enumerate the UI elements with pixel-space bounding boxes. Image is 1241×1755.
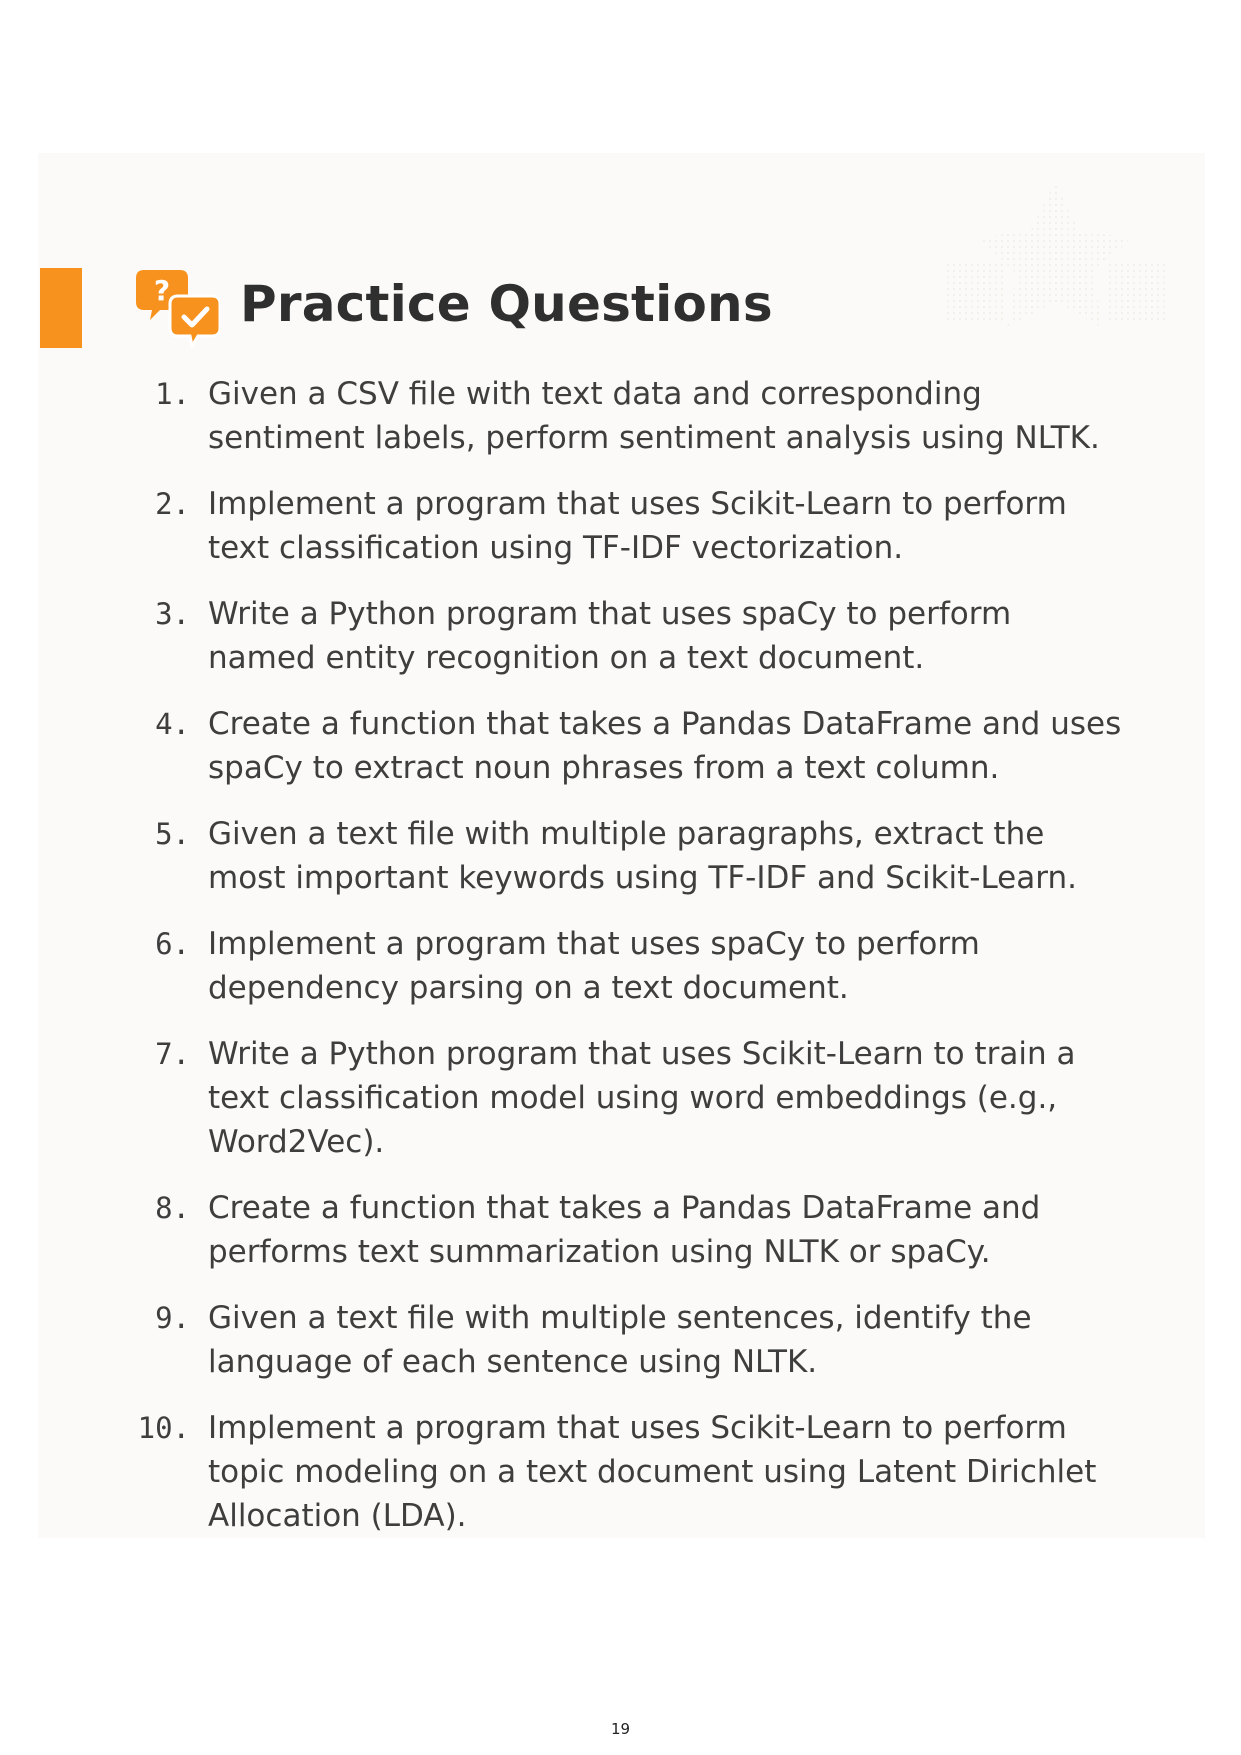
question-text: Given a text file with multiple paragrap…	[208, 816, 1077, 896]
question-item: 5. Given a text file with multiple parag…	[118, 812, 1138, 900]
question-text: Implement a program that uses spaCy to p…	[208, 926, 980, 1006]
question-text: Implement a program that uses Scikit-Lea…	[208, 486, 1067, 566]
question-item: 3. Write a Python program that uses spaC…	[118, 592, 1138, 680]
question-number: 4.	[155, 707, 190, 741]
question-text: Write a Python program that uses spaCy t…	[208, 596, 1012, 676]
section-accent-bar	[40, 268, 82, 348]
question-item: 8. Create a function that takes a Pandas…	[118, 1186, 1138, 1274]
question-number: 1.	[155, 377, 190, 411]
question-number: 8.	[155, 1191, 190, 1225]
question-item: 6. Implement a program that uses spaCy t…	[118, 922, 1138, 1010]
question-text: Given a CSV file with text data and corr…	[208, 376, 1100, 456]
question-number: 10.	[137, 1411, 190, 1445]
question-text: Implement a program that uses Scikit-Lea…	[208, 1410, 1097, 1534]
question-item: 9. Given a text file with multiple sente…	[118, 1296, 1138, 1384]
question-text: Create a function that takes a Pandas Da…	[208, 706, 1122, 786]
question-item: 7. Write a Python program that uses Scik…	[118, 1032, 1138, 1164]
question-item: 4. Create a function that takes a Pandas…	[118, 702, 1138, 790]
question-number: 6.	[155, 927, 190, 961]
page-title: Practice Questions	[240, 275, 773, 333]
question-number: 9.	[155, 1301, 190, 1335]
svg-text:?: ?	[154, 274, 170, 307]
question-number: 3.	[155, 597, 190, 631]
question-number: 7.	[155, 1037, 190, 1071]
question-answer-bubbles-icon: ?	[136, 270, 220, 348]
question-text: Write a Python program that uses Scikit-…	[208, 1036, 1076, 1160]
question-text: Create a function that takes a Pandas Da…	[208, 1190, 1041, 1270]
decorative-dotted-pattern	[945, 182, 1165, 328]
question-number: 5.	[155, 817, 190, 851]
question-number: 2.	[155, 487, 190, 521]
page-number: 19	[610, 1720, 631, 1738]
question-text: Given a text file with multiple sentence…	[208, 1300, 1032, 1380]
question-item: 10. Implement a program that uses Scikit…	[118, 1406, 1138, 1538]
practice-question-list: 1. Given a CSV file with text data and c…	[118, 372, 1138, 1560]
question-item: 2. Implement a program that uses Scikit-…	[118, 482, 1138, 570]
question-item: 1. Given a CSV file with text data and c…	[118, 372, 1138, 460]
